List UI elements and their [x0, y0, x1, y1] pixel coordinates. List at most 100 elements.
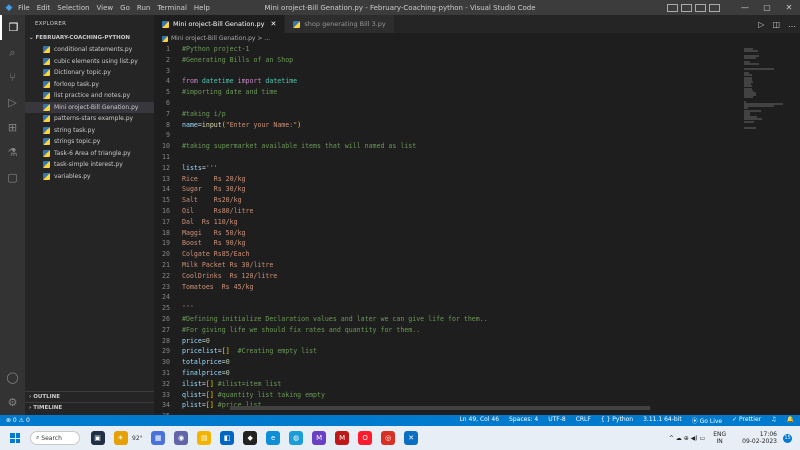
code-line[interactable]: 32 ilist=[] #ilist=item list	[154, 379, 740, 390]
horizontal-scrollbar[interactable]	[230, 406, 650, 410]
file-item[interactable]: variables.py	[25, 171, 154, 183]
files-icon[interactable]: ❐	[0, 15, 25, 40]
code-line[interactable]: 4 from datetime import datetime	[154, 76, 740, 87]
edge-icon[interactable]: e	[266, 431, 281, 445]
code-line[interactable]: 25 '''	[154, 303, 740, 314]
workspace-folder[interactable]: ⌄ FEBRUARY-COACHING-PYTHON	[25, 33, 154, 44]
code-line[interactable]: 27 #For giving life we should fix rates a…	[154, 325, 740, 336]
close-window-button[interactable]: ✕	[778, 0, 800, 15]
tab-close-icon[interactable]: ✕	[271, 20, 277, 28]
file-item[interactable]: Dictionary topic.py	[25, 67, 154, 79]
file-item[interactable]: patterns-stars example.py	[25, 113, 154, 125]
weather-icon[interactable]: ☀	[113, 431, 128, 445]
code-line[interactable]: 22 CoolDrinks Rs 120/litre	[154, 271, 740, 282]
windows-start-icon[interactable]	[10, 433, 20, 443]
photos-icon[interactable]: ◍	[289, 431, 304, 445]
minimize-button[interactable]: —	[734, 0, 756, 15]
tab-shop-bill[interactable]: shop generating Bill 3.py	[285, 15, 395, 33]
code-line[interactable]: 5 #importing date and time	[154, 87, 740, 98]
code-line[interactable]: 6	[154, 98, 740, 109]
menu-edit[interactable]: Edit	[37, 4, 51, 12]
file-item[interactable]: forloop task.py	[25, 79, 154, 91]
status-item[interactable]: { } Python	[601, 416, 633, 425]
code-line[interactable]: 14 Sugar Rs 30/kg	[154, 184, 740, 195]
language-indicator[interactable]: ENG IN	[713, 431, 726, 445]
code-line[interactable]: 12 lists='''	[154, 163, 740, 174]
status-item[interactable]: 3.11.1 64-bit	[643, 416, 682, 425]
menu-run[interactable]: Run	[137, 4, 150, 12]
status-item[interactable]: UTF-8	[548, 416, 566, 425]
file-item[interactable]: list practice and notes.py	[25, 90, 154, 102]
code-line[interactable]: 24	[154, 292, 740, 303]
code-line[interactable]: 13 Rice Rs 20/kg	[154, 174, 740, 185]
file-item[interactable]: string task.py	[25, 125, 154, 137]
microsoft-store-icon[interactable]: ◧	[220, 431, 235, 445]
toggle-sidebar-icon[interactable]	[667, 3, 678, 12]
menu-help[interactable]: Help	[194, 4, 210, 12]
problems-indicator[interactable]: ⊗ 0 ⚠ 0	[6, 417, 30, 424]
vertical-scrollbar[interactable]	[792, 44, 800, 415]
store-bag-icon[interactable]: ◆	[243, 431, 258, 445]
menu-view[interactable]: View	[97, 4, 114, 12]
file-item[interactable]: conditional statements.py	[25, 44, 154, 56]
code-line[interactable]: 26 #Defining initialize Declaration value…	[154, 314, 740, 325]
maximize-button[interactable]: ▢	[756, 0, 778, 15]
menu-selection[interactable]: Selection	[57, 4, 89, 12]
file-item[interactable]: cubic elements using list.py	[25, 56, 154, 68]
task-view-icon[interactable]: ▣	[90, 431, 105, 445]
taskbar-search[interactable]: ⌕ Search	[30, 431, 80, 445]
status-item[interactable]: Ln 49, Col 46	[459, 416, 499, 425]
toggle-panel-icon[interactable]	[681, 3, 692, 12]
file-item[interactable]: Task-6 Area of triangle.py	[25, 148, 154, 160]
code-line[interactable]: 11	[154, 152, 740, 163]
code-line[interactable]: 30 totalprice=0	[154, 357, 740, 368]
vscode-logo-icon[interactable]: ◆	[0, 0, 18, 15]
mcafee-icon[interactable]: M	[335, 431, 350, 445]
toggle-secondary-sidebar-icon[interactable]	[695, 3, 706, 12]
file-item[interactable]: Mini oroject-Bill Genation.py	[25, 101, 154, 113]
run-python-file-icon[interactable]: ▷	[758, 20, 764, 29]
status-item[interactable]: Spaces: 4	[509, 416, 538, 425]
status-item[interactable]: 🔔	[787, 416, 794, 425]
code-editor[interactable]: 1 #Python project-1 2 #Generating Bills of …	[154, 44, 740, 415]
code-line[interactable]: 23 Tomatoes Rs 45/kg	[154, 282, 740, 293]
clock[interactable]: 17:06 09-02-2023	[742, 431, 777, 445]
source-control-icon[interactable]: ⑂	[0, 65, 25, 90]
file-item[interactable]: strings topic.py	[25, 136, 154, 148]
code-line[interactable]: 21 Milk Packet Rs 30/litre	[154, 260, 740, 271]
visual-studio-icon[interactable]: M	[312, 431, 327, 445]
minimap[interactable]	[740, 44, 792, 415]
code-line[interactable]: 16 Oil Rs80/litre	[154, 206, 740, 217]
code-line[interactable]: 17 Dal Rs 110/kg	[154, 217, 740, 228]
account-icon[interactable]: ◯	[0, 365, 25, 390]
remote-explorer-icon[interactable]: ▢	[0, 165, 25, 190]
code-line[interactable]: 28 price=0	[154, 336, 740, 347]
breadcrumb-path[interactable]: Mini oroject-Bill Genation.py > ...	[171, 35, 270, 42]
status-item[interactable]: ⦿ Go Live	[692, 416, 722, 425]
customize-layout-icon[interactable]	[709, 3, 720, 12]
menu-go[interactable]: Go	[120, 4, 130, 12]
tab-mini-project[interactable]: Mini oroject-Bill Genation.py ✕	[154, 15, 286, 33]
status-item[interactable]: CRLF	[576, 416, 591, 425]
code-line[interactable]: 31 finalprice=0	[154, 368, 740, 379]
testing-icon[interactable]: ⚗	[0, 140, 25, 165]
chat-icon[interactable]: ◉	[174, 431, 189, 445]
extensions-icon[interactable]: ⊞	[0, 115, 25, 140]
code-line[interactable]: 19 Boost Rs 90/kg	[154, 238, 740, 249]
code-line[interactable]: 33 qlist=[] #quantity list taking empty	[154, 390, 740, 401]
code-line[interactable]: 29 pricelist=[] #Creating empty list	[154, 346, 740, 357]
code-line[interactable]: 10 #taking supermarket available items th…	[154, 141, 740, 152]
file-explorer-icon[interactable]: ▤	[197, 431, 212, 445]
chrome-icon[interactable]: ◎	[381, 431, 396, 445]
code-line[interactable]: 18 Maggi Rs 50/kg	[154, 228, 740, 239]
opera-icon[interactable]: O	[358, 431, 373, 445]
widgets-icon[interactable]: ▦	[151, 431, 166, 445]
more-actions-icon[interactable]: …	[788, 20, 796, 29]
code-line[interactable]: 1 #Python project-1	[154, 44, 740, 55]
settings-gear-icon[interactable]: ⚙	[0, 390, 25, 415]
status-item[interactable]: ✓ Prettier	[732, 416, 761, 425]
code-line[interactable]: 2 #Generating Bills of an Shop	[154, 55, 740, 66]
search-icon[interactable]: ⌕	[0, 40, 25, 65]
split-editor-icon[interactable]: ◫	[772, 20, 780, 29]
code-line[interactable]: 8 name=input("Enter your Name:")	[154, 120, 740, 131]
